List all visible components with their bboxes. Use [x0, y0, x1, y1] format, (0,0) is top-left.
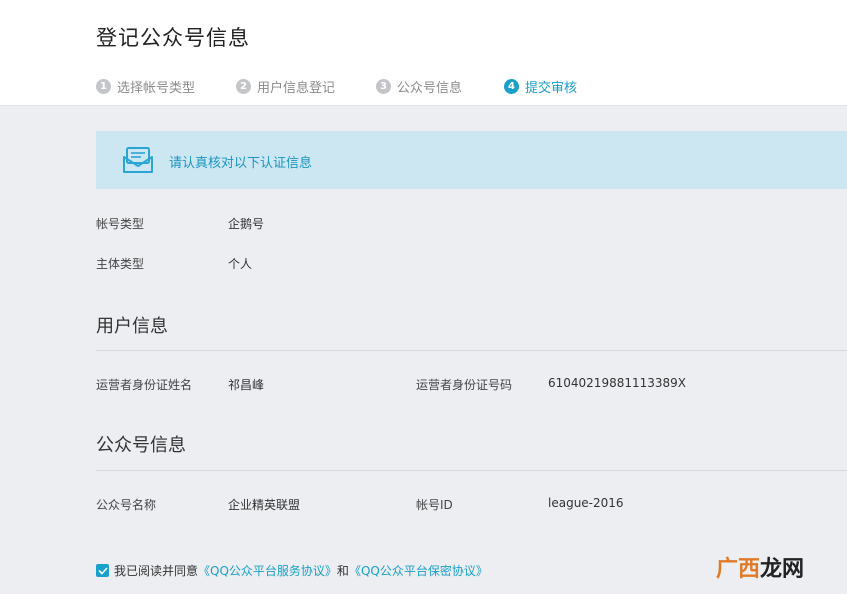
step-user-info: 2 用户信息登记: [236, 77, 376, 96]
official-info-section-title: 公众号信息: [96, 435, 186, 456]
envelope-icon: [123, 147, 153, 173]
official-account-name-value: 企业精英联盟: [228, 498, 301, 512]
subject-type-value: 个人: [228, 257, 253, 271]
agreement-conjunction: 和: [336, 564, 349, 578]
divider: [96, 350, 847, 351]
step-number-2: 2: [236, 78, 251, 94]
main-content: 请认真核对以下认证信息 帐号类型 企鹅号 主体类型 个人 用户信息 运营者身份证…: [0, 107, 847, 594]
step-official-account-info: 3 公众号信息: [376, 77, 504, 96]
account-id-value: league-2016: [548, 496, 624, 510]
operator-id-value: 61040219881113389X: [548, 376, 687, 390]
watermark-text-1: 广西: [716, 557, 761, 582]
operator-id-label: 运营者身份证号码: [416, 378, 513, 392]
privacy-agreement-link[interactable]: 《QQ公众平台保密协议》: [349, 562, 488, 579]
subject-type-label: 主体类型: [96, 257, 145, 271]
agreement-row: 我已阅读并同意 《QQ公众平台服务协议》 和 《QQ公众平台保密协议》: [96, 562, 488, 579]
step-label: 公众号信息: [397, 80, 463, 96]
agreement-checkbox[interactable]: [96, 564, 109, 577]
account-id-label: 帐号ID: [416, 498, 453, 512]
step-number-1: 1: [96, 78, 111, 94]
account-type-label: 帐号类型: [96, 217, 145, 231]
operator-name-label: 运营者身份证姓名: [96, 378, 193, 392]
header-bar: 登记公众号信息 1 选择帐号类型 2 用户信息登记 3 公众号信息 4 提交审核: [0, 0, 847, 106]
check-icon: [98, 567, 107, 574]
step-select-account-type: 1 选择帐号类型: [96, 77, 236, 96]
account-type-value: 企鹅号: [228, 217, 265, 231]
watermark-text-2: 龙网: [760, 557, 805, 582]
step-progress: 1 选择帐号类型 2 用户信息登记 3 公众号信息 4 提交审核: [96, 77, 578, 96]
notice-banner: 请认真核对以下认证信息: [96, 131, 847, 189]
operator-name-value: 祁昌峰: [228, 378, 265, 392]
step-number-4: 4: [504, 78, 519, 94]
official-account-name-label: 公众号名称: [96, 498, 157, 512]
step-number-3: 3: [376, 78, 391, 94]
step-submit-review: 4 提交审核: [504, 77, 578, 96]
service-agreement-link[interactable]: 《QQ公众平台服务协议》: [198, 562, 337, 579]
step-label: 用户信息登记: [257, 80, 336, 96]
step-label: 选择帐号类型: [117, 80, 196, 96]
notice-text: 请认真核对以下认证信息: [169, 156, 313, 171]
step-label: 提交审核: [525, 80, 578, 96]
user-info-section-title: 用户信息: [96, 316, 168, 337]
agreement-prefix: 我已阅读并同意: [114, 564, 199, 578]
page-title: 登记公众号信息: [96, 26, 250, 50]
divider: [96, 470, 847, 471]
watermark-logo: 广西龙网: [716, 551, 804, 583]
